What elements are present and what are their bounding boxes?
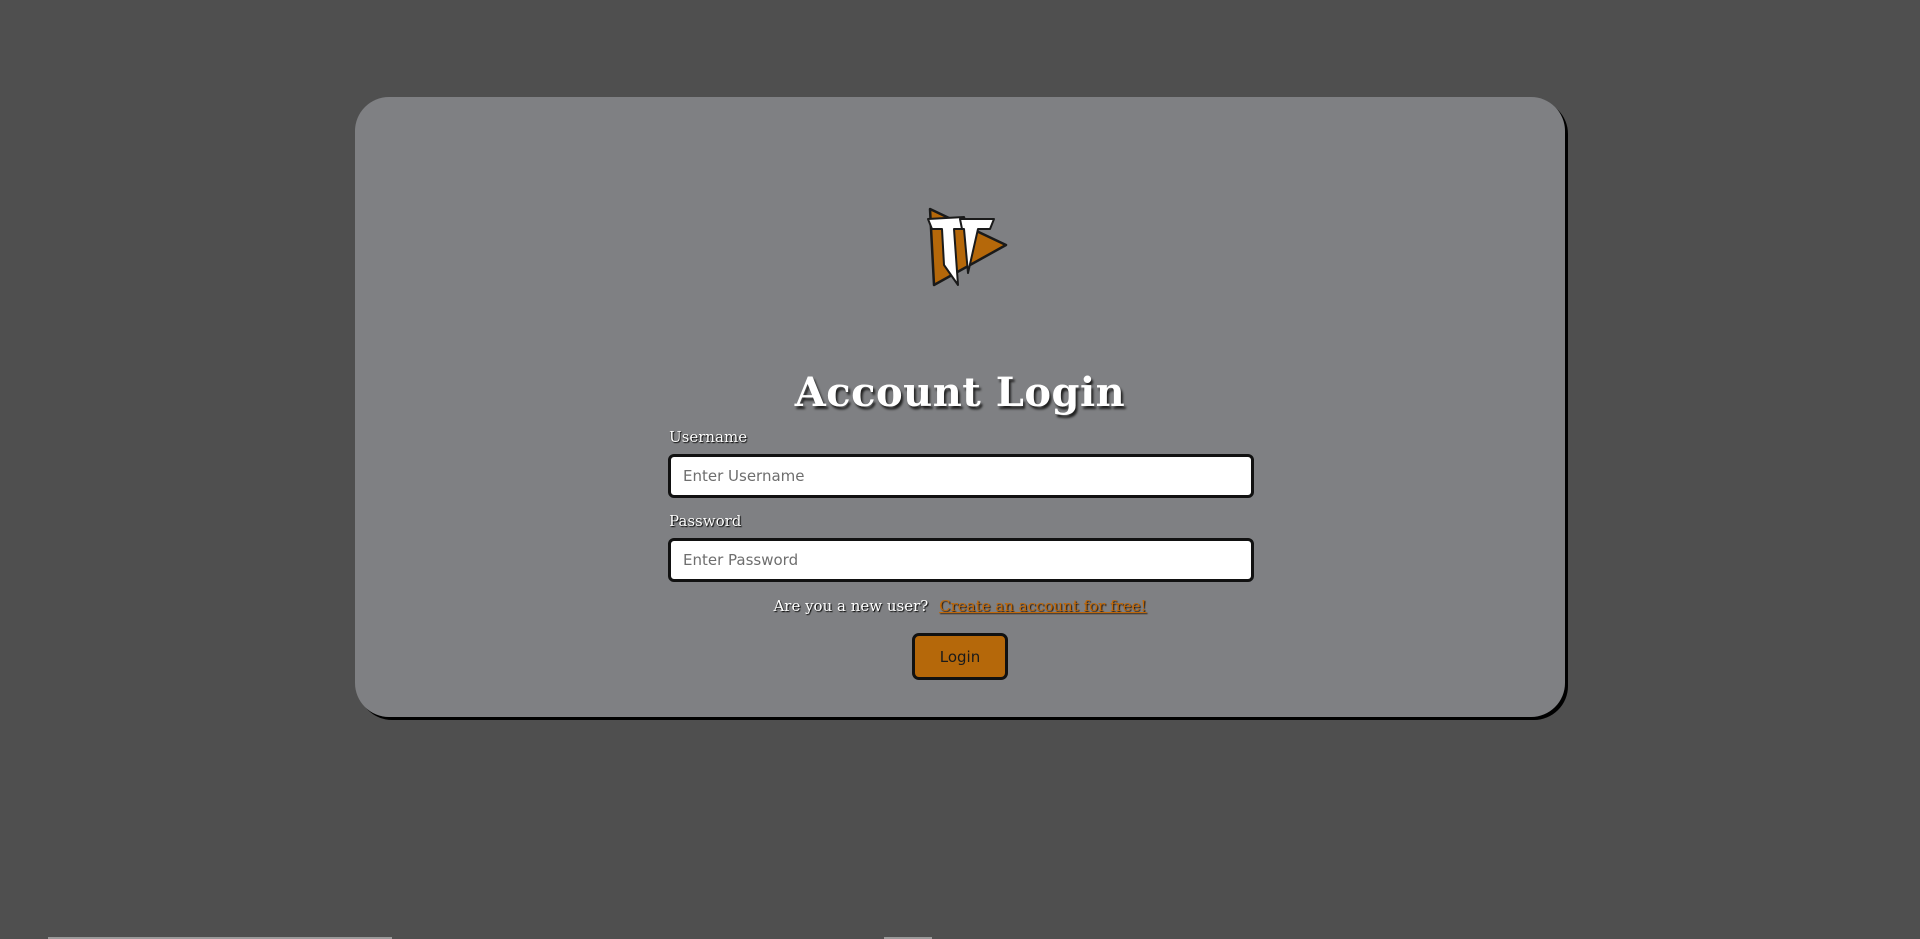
password-input[interactable] (668, 538, 1254, 582)
login-card: Account Login Username Password Are you … (355, 97, 1565, 717)
password-label: Password (669, 512, 742, 530)
username-input[interactable] (668, 454, 1254, 498)
tt-logo-icon (924, 207, 1010, 289)
username-label: Username (669, 428, 748, 446)
page-title: Account Login (794, 369, 1126, 416)
signup-prompt: Are you a new user? Create an account fo… (355, 597, 1565, 615)
signup-question: Are you a new user? (773, 597, 929, 615)
create-account-link[interactable]: Create an account for free! (939, 597, 1146, 615)
login-button[interactable]: Login (912, 633, 1008, 680)
